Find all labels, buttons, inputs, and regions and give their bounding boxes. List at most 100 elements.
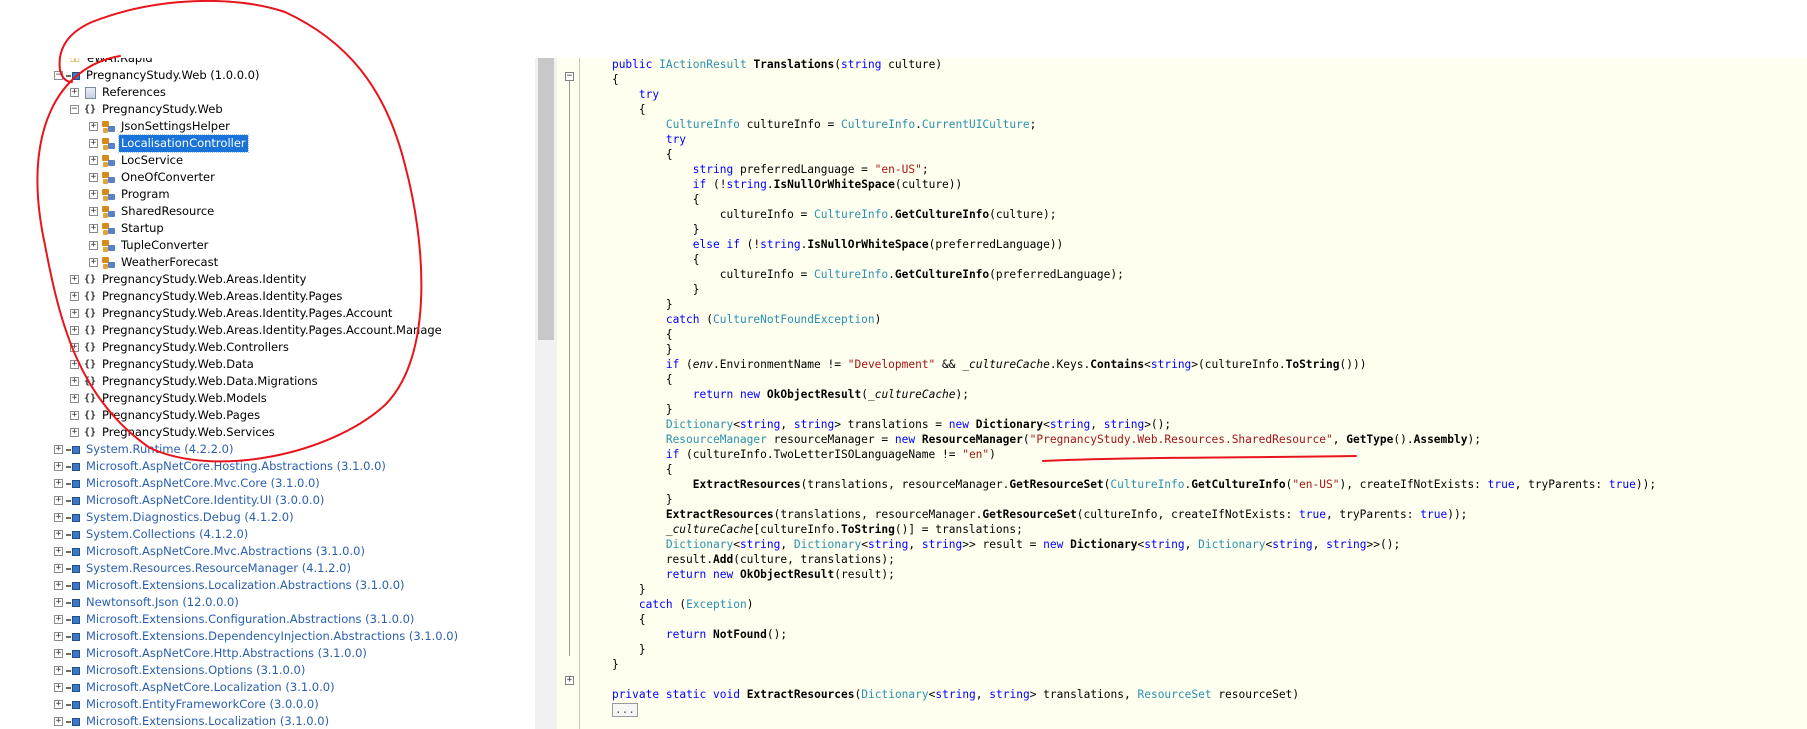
tree-item-assembly-label: Newtonsoft.Json (12.0.0.0)	[86, 595, 239, 609]
expand-toggle-icon[interactable]: +	[89, 190, 98, 199]
expand-toggle-icon[interactable]: +	[54, 496, 63, 505]
collapse-toggle-icon[interactable]: −	[70, 105, 79, 114]
collapse-method-icon[interactable]: −	[565, 72, 574, 81]
expand-toggle-icon[interactable]: +	[89, 241, 98, 250]
tree-item-namespace[interactable]: + {} PregnancyStudy.Web.Areas.Identity.Pag…	[70, 322, 442, 339]
expand-toggle-icon[interactable]: +	[54, 581, 63, 590]
tree-item-assembly[interactable]: + System.Diagnostics.Debug (4.1.2.0)	[54, 509, 294, 526]
tree-item-class[interactable]: + WeatherForecast	[89, 254, 218, 271]
expand-toggle-icon[interactable]: +	[54, 462, 63, 471]
tree-item-root[interactable]: ⚿ eWAY.Rapid	[55, 58, 152, 67]
code-token: _cultureCache	[867, 388, 956, 401]
expand-toggle-icon[interactable]: +	[70, 343, 79, 352]
expand-toggle-icon[interactable]: +	[54, 445, 63, 454]
expand-toggle-icon[interactable]: +	[89, 139, 98, 148]
vertical-scrollbar[interactable]	[535, 58, 557, 729]
expand-toggle-icon[interactable]: +	[54, 513, 63, 522]
tree-item-class[interactable]: + SharedResource	[89, 203, 214, 220]
code-token: static	[665, 688, 707, 701]
expand-toggle-icon[interactable]: +	[54, 632, 63, 641]
tree-item-assembly[interactable]: + Microsoft.EntityFrameworkCore (3.0.0.0)	[54, 696, 319, 713]
expand-toggle-icon[interactable]: +	[70, 428, 79, 437]
expand-toggle-icon[interactable]: +	[54, 479, 63, 488]
code-token: <	[733, 418, 740, 431]
collapse-toggle-icon[interactable]: −	[54, 71, 63, 80]
expand-toggle-icon[interactable]: +	[89, 156, 98, 165]
tree-item-assembly[interactable]: + System.Runtime (4.2.2.0)	[54, 441, 233, 458]
tree-item-class[interactable]: + TupleConverter	[89, 237, 208, 254]
code-token: }	[585, 343, 673, 356]
expand-toggle-icon[interactable]: +	[70, 360, 79, 369]
tree-item-class[interactable]: + Startup	[89, 220, 164, 237]
collapsed-region-button[interactable]: ...	[611, 703, 638, 717]
expand-toggle-icon[interactable]: +	[54, 666, 63, 675]
tree-item-assembly[interactable]: + Microsoft.AspNetCore.Identity.UI (3.0.0…	[54, 492, 324, 509]
expand-toggle-icon[interactable]: +	[54, 547, 63, 556]
expand-toggle-icon[interactable]: +	[54, 649, 63, 658]
tree-item-assembly[interactable]: + Microsoft.Extensions.Configuration.Abst…	[54, 611, 414, 628]
tree-item-class[interactable]: + LocService	[89, 152, 183, 169]
tree-item-namespace[interactable]: + {} PregnancyStudy.Web.Services	[70, 424, 275, 441]
expand-toggle-icon[interactable]: +	[70, 292, 79, 301]
tree-item-namespace[interactable]: + {} PregnancyStudy.Web.Pages	[70, 407, 260, 424]
expand-method-icon[interactable]: +	[565, 676, 574, 685]
tree-item-class[interactable]: + OneOfConverter	[89, 169, 215, 186]
expand-toggle-icon[interactable]: +	[70, 326, 79, 335]
tree-item-namespace[interactable]: + {} PregnancyStudy.Web.Data	[70, 356, 254, 373]
code-token: ,	[975, 688, 990, 701]
tree-item-assembly[interactable]: + System.Resources.ResourceManager (4.1.2…	[54, 560, 351, 577]
tree-item-namespace-root[interactable]: −{} PregnancyStudy.Web	[70, 101, 223, 118]
tree-item-assembly[interactable]: + Microsoft.AspNetCore.Mvc.Abstractions (…	[54, 543, 365, 560]
expand-toggle-icon[interactable]: +	[70, 309, 79, 318]
expand-toggle-icon[interactable]: +	[54, 615, 63, 624]
tree-item-assembly[interactable]: + Microsoft.Extensions.Localization (3.1.…	[54, 713, 329, 729]
tree-item-project[interactable]: − PregnancyStudy.Web (1.0.0.0)	[54, 67, 260, 84]
tree-item-class[interactable]: + Program	[89, 186, 170, 203]
code-token: true	[1487, 478, 1515, 491]
code-area[interactable]: [HttpGet("[action]/{culture?}")] public …	[585, 58, 1807, 717]
expand-toggle-icon[interactable]: +	[54, 598, 63, 607]
tree-item-assembly[interactable]: + Microsoft.AspNetCore.Http.Abstractions …	[54, 645, 367, 662]
tree-item-assembly[interactable]: + Newtonsoft.Json (12.0.0.0)	[54, 594, 239, 611]
tree-item-assembly-label: System.Runtime (4.2.2.0)	[86, 442, 234, 456]
tree-item-class[interactable]: + JsonSettingsHelper	[89, 118, 230, 135]
tree-item-namespace[interactable]: + {} PregnancyStudy.Web.Areas.Identity	[70, 271, 306, 288]
expand-toggle-icon[interactable]: +	[70, 411, 79, 420]
expand-toggle-icon[interactable]: +	[70, 275, 79, 284]
expand-toggle-icon[interactable]: +	[54, 683, 63, 692]
tree-item-namespace[interactable]: + {} PregnancyStudy.Web.Models	[70, 390, 267, 407]
expand-toggle-icon[interactable]: +	[89, 173, 98, 182]
code-token: ToString	[840, 523, 895, 536]
tree-item-namespace[interactable]: + {} PregnancyStudy.Web.Data.Migrations	[70, 373, 318, 390]
code-token: ,	[780, 418, 794, 431]
tree-item-namespace[interactable]: + {} PregnancyStudy.Web.Areas.Identity.Pag…	[70, 305, 392, 322]
expand-toggle-icon[interactable]: +	[54, 700, 63, 709]
tree-item-assembly[interactable]: + Microsoft.Extensions.Localization.Abstr…	[54, 577, 405, 594]
expand-toggle-icon[interactable]: +	[89, 207, 98, 216]
tree-item-assembly[interactable]: + Microsoft.AspNetCore.Mvc.Core (3.1.0.0)	[54, 475, 320, 492]
tree-item-assembly[interactable]: + Microsoft.AspNetCore.Localization (3.1.…	[54, 679, 335, 696]
expand-toggle-icon[interactable]: +	[70, 377, 79, 386]
tree-item-assembly[interactable]: + Microsoft.AspNetCore.Hosting.Abstractio…	[54, 458, 386, 475]
tree-item-references[interactable]: + References	[70, 84, 166, 101]
tree-item-assembly[interactable]: + System.Collections (4.1.2.0)	[54, 526, 248, 543]
expand-toggle-icon[interactable]: +	[89, 258, 98, 267]
code-token: env	[692, 358, 714, 371]
expand-toggle-icon[interactable]: +	[70, 88, 79, 97]
tree-item-namespace-label: PregnancyStudy.Web.Data.Migrations	[102, 374, 318, 388]
code-line: {	[585, 192, 1807, 207]
tree-item-namespace[interactable]: + {} PregnancyStudy.Web.Controllers	[70, 339, 289, 356]
tree-item-class[interactable]: + LocalisationController	[89, 134, 249, 153]
tree-item-assembly[interactable]: + Microsoft.Extensions.Options (3.1.0.0)	[54, 662, 305, 679]
scrollbar-thumb[interactable]	[538, 58, 554, 340]
expand-toggle-icon[interactable]: +	[89, 224, 98, 233]
tree-item-assembly[interactable]: + Microsoft.Extensions.DependencyInjectio…	[54, 628, 458, 645]
expand-toggle-icon[interactable]: +	[54, 530, 63, 539]
tree-item-namespace[interactable]: + {} PregnancyStudy.Web.Areas.Identity.Pag…	[70, 288, 342, 305]
expand-toggle-icon[interactable]: +	[54, 564, 63, 573]
expand-toggle-icon[interactable]: +	[54, 717, 63, 726]
expand-toggle-icon[interactable]: +	[70, 394, 79, 403]
expand-toggle-icon[interactable]: +	[89, 122, 98, 131]
